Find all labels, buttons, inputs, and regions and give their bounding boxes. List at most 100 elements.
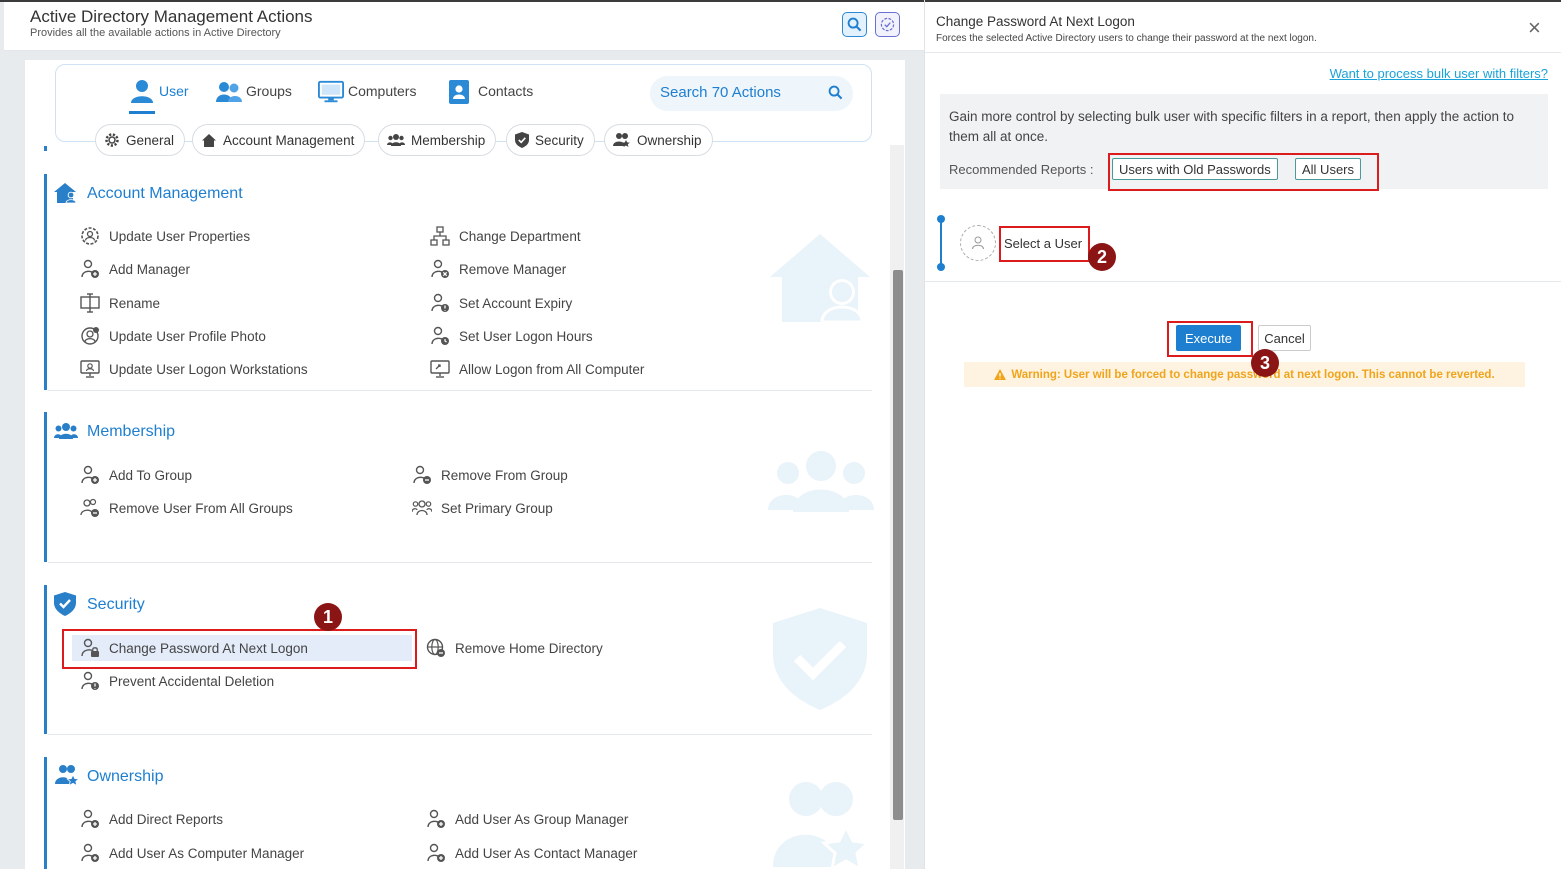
section-title-membership: Membership [87, 423, 176, 440]
user-icon [129, 78, 155, 104]
user-minus-icon [413, 465, 431, 484]
action-label: Change Department [459, 228, 581, 244]
tab-groups-label: Groups [246, 83, 292, 99]
action-label: Add Direct Reports [109, 811, 224, 827]
section-bar [44, 757, 47, 869]
home-icon [202, 133, 216, 147]
tab-groups[interactable]: Groups [216, 78, 292, 104]
action-update-user-properties[interactable]: Update User Properties [80, 226, 250, 246]
action-add-to-group[interactable]: Add To Group [80, 465, 192, 485]
tab-contacts[interactable]: Contacts [448, 78, 533, 104]
action-label: Update User Properties [109, 228, 251, 244]
action-add-user-as-group-manager[interactable]: Add User As Group Manager [426, 809, 628, 829]
action-label: Prevent Accidental Deletion [109, 673, 275, 689]
header-search-button[interactable] [842, 12, 867, 37]
action-rename[interactable]: Rename [80, 293, 160, 313]
chip-account-management[interactable]: Account Management [192, 124, 366, 156]
membership-icon [54, 423, 78, 439]
action-remove-user-from-all-groups[interactable]: Remove User From All Groups [80, 498, 293, 518]
ownership-icon [613, 133, 630, 147]
computer-logon-icon [430, 360, 450, 378]
org-chart-icon [430, 226, 450, 246]
section-account-management: Account Management [44, 174, 872, 391]
action-prevent-accidental-deletion[interactable]: Prevent Accidental Deletion [80, 671, 274, 691]
header-status-button[interactable] [875, 12, 900, 37]
globe-remove-icon [426, 638, 445, 657]
warning-banner: Warning: User will be forced to change p… [964, 362, 1525, 387]
action-add-user-as-contact-manager[interactable]: Add User As Contact Manager [426, 843, 637, 863]
bulk-info-text: Gain more control by selecting bulk user… [949, 109, 1515, 144]
section-bar [44, 412, 47, 562]
tab-user[interactable]: User [129, 78, 189, 114]
step-badge-3: 3 [1251, 349, 1279, 377]
action-set-primary-group[interactable]: Set Primary Group [412, 498, 553, 518]
user-placeholder-icon [972, 236, 984, 250]
section-divider [48, 390, 872, 391]
bulk-user-link[interactable]: Want to process bulk user with filters? [1330, 66, 1548, 81]
action-remove-manager[interactable]: Remove Manager [430, 259, 566, 279]
action-label: Add User As Contact Manager [455, 845, 638, 861]
section-accent [44, 146, 47, 151]
step-badge-2: 2 [1088, 243, 1116, 271]
search-actions-input[interactable]: Search 70 Actions [650, 76, 853, 111]
chip-membership[interactable]: Membership [378, 124, 497, 156]
security-shield-icon [54, 592, 76, 616]
home-watermark-icon [770, 234, 870, 324]
user-protect-icon [81, 671, 99, 690]
action-update-user-profile-photo[interactable]: Update User Profile Photo [80, 326, 266, 346]
action-add-direct-reports[interactable]: Add Direct Reports [80, 809, 223, 829]
action-label: Set Primary Group [441, 500, 553, 516]
action-set-user-logon-hours[interactable]: Set User Logon Hours [430, 326, 593, 346]
ownership-watermark-icon [773, 782, 872, 869]
action-update-user-logon-workstations[interactable]: Update User Logon Workstations [80, 359, 308, 379]
close-button[interactable]: × [1528, 17, 1541, 39]
action-panel: Change Password At Next Logon Forces the… [924, 0, 1561, 869]
chip-security[interactable]: Security [506, 124, 595, 156]
chip-membership-label: Membership [411, 132, 486, 148]
action-label: Add Manager [109, 261, 191, 277]
action-set-account-expiry[interactable]: Set Account Expiry [430, 293, 572, 313]
primary-group-icon [412, 500, 432, 516]
chip-security-label: Security [535, 132, 584, 148]
step-line [940, 221, 942, 267]
action-add-manager[interactable]: Add Manager [80, 259, 190, 279]
action-remove-home-directory[interactable]: Remove Home Directory [426, 638, 603, 658]
annotation-highlight-1 [62, 629, 417, 669]
action-label: Allow Logon from All Computer [459, 361, 645, 377]
action-remove-from-group[interactable]: Remove From Group [412, 465, 568, 485]
users-icon [387, 134, 405, 146]
panel-subtitle: Forces the selected Active Directory use… [936, 33, 1317, 44]
user-expiry-icon [431, 293, 449, 312]
chip-general[interactable]: General [95, 124, 186, 156]
action-add-user-as-computer-manager[interactable]: Add User As Computer Manager [80, 843, 304, 863]
page-header: Active Directory Management Actions Prov… [4, 2, 924, 51]
panel-divider [925, 52, 1561, 53]
annotation-highlight-3 [1167, 321, 1253, 357]
action-change-department[interactable]: Change Department [430, 226, 581, 246]
rename-icon [80, 293, 100, 313]
action-allow-logon-from-all-computer[interactable]: Allow Logon from All Computer [430, 359, 644, 379]
user-add-icon [81, 843, 99, 862]
shield-watermark-icon [773, 608, 867, 710]
step-dot-bottom [937, 263, 945, 271]
panel-divider [925, 281, 1561, 282]
tab-user-label: User [159, 83, 189, 99]
search-icon [828, 85, 843, 100]
user-clock-icon [431, 326, 449, 345]
action-label: Set User Logon Hours [459, 328, 593, 344]
user-settings-icon [81, 227, 99, 245]
action-label: Add User As Computer Manager [109, 845, 305, 861]
action-label: Remove Manager [459, 261, 567, 277]
user-add-icon [81, 809, 99, 828]
chip-ownership[interactable]: Ownership [604, 124, 713, 156]
action-label: Add User As Group Manager [455, 811, 629, 827]
scrollbar-thumb[interactable] [893, 270, 903, 820]
chip-general-label: General [126, 132, 175, 148]
user-add-icon [81, 259, 99, 278]
cancel-button[interactable]: Cancel [1258, 325, 1311, 351]
groups-icon [216, 78, 242, 104]
user-add-icon [81, 465, 99, 484]
chip-account-management-label: Account Management [223, 132, 355, 148]
avatar[interactable] [960, 225, 996, 261]
tab-computers[interactable]: Computers [318, 78, 416, 104]
